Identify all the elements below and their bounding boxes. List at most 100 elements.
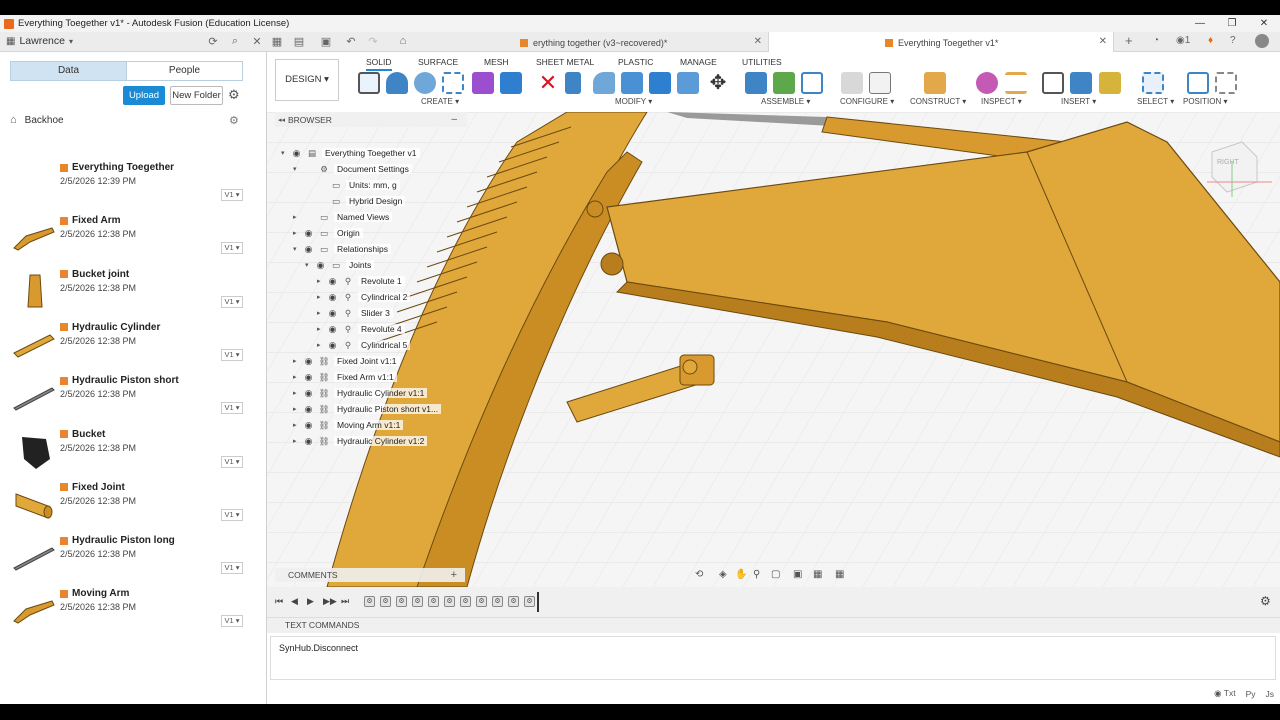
visibility-eye-icon[interactable]: ◉ xyxy=(315,260,326,271)
fillet-icon[interactable] xyxy=(593,72,615,94)
add-comment-icon[interactable]: + xyxy=(451,569,457,581)
new-tab-icon[interactable]: + xyxy=(1125,33,1133,48)
visibility-eye-icon[interactable]: ◉ xyxy=(303,388,314,399)
timeline-feature[interactable]: ⚙ xyxy=(492,596,503,607)
visibility-eye-icon[interactable]: ◉ xyxy=(303,356,314,367)
visibility-eye-icon[interactable]: ◉ xyxy=(291,148,302,159)
gear-icon[interactable]: ⚙ xyxy=(228,87,240,103)
step-back-icon[interactable]: ◀ xyxy=(291,596,298,607)
visibility-eye-icon[interactable]: ◉ xyxy=(303,404,314,415)
timeline-feature[interactable]: ⚙ xyxy=(380,596,391,607)
select-icon[interactable] xyxy=(1142,72,1164,94)
version-dropdown[interactable]: V1 ▾ xyxy=(221,562,243,575)
tab-sheet-metal[interactable]: SHEET METAL xyxy=(536,57,594,67)
box-icon[interactable] xyxy=(500,72,522,94)
press-pull-icon[interactable] xyxy=(565,72,581,94)
group-assemble[interactable]: ASSEMBLE ▾ xyxy=(761,97,810,106)
grid-icon[interactable]: ▦ xyxy=(813,569,822,580)
tab-manage[interactable]: MANAGE xyxy=(680,57,717,67)
shell-icon[interactable] xyxy=(677,72,699,94)
job-status-icon[interactable]: ◔ xyxy=(1153,35,1159,46)
browser-node[interactable]: ▾ ◉ ▭ Joints xyxy=(305,258,375,272)
browser-header[interactable]: ◂◂ BROWSER – xyxy=(275,112,467,127)
timeline-feature[interactable]: ⚙ xyxy=(524,596,535,607)
display-mode-icon[interactable]: ▣ xyxy=(793,569,802,580)
group-modify[interactable]: MODIFY ▾ xyxy=(615,97,652,106)
viewports-icon[interactable]: ▦ xyxy=(835,569,844,580)
browser-node[interactable]: ▭ Units: mm, g xyxy=(305,178,400,192)
tab-plastic[interactable]: PLASTIC xyxy=(618,57,653,67)
tab-utilities[interactable]: UTILITIES xyxy=(742,57,782,67)
file-item[interactable]: Moving Arm 2/5/2026 12:38 PM V1 ▾ xyxy=(10,586,243,635)
expand-arrow-icon[interactable]: ▸ xyxy=(293,405,303,413)
visibility-eye-icon[interactable]: ◉ xyxy=(303,244,314,255)
file-item[interactable]: Everything Toegether 2/5/2026 12:39 PM V1 … xyxy=(10,160,243,208)
tab-surface[interactable]: SURFACE xyxy=(418,57,458,67)
tab-mesh[interactable]: MESH xyxy=(484,57,509,67)
timeline-feature[interactable]: ⚙ xyxy=(412,596,423,607)
group-insert[interactable]: INSERT ▾ xyxy=(1061,97,1096,106)
timeline-feature[interactable]: ⚙ xyxy=(444,596,455,607)
step-forward-icon[interactable]: ▶▶ xyxy=(323,596,337,607)
expand-arrow-icon[interactable]: ▸ xyxy=(293,213,303,221)
revolve-icon[interactable] xyxy=(414,72,436,94)
browser-node[interactable]: ▸ ◉ ⛓ Hydraulic Cylinder v1:2 xyxy=(293,434,428,448)
go-to-start-icon[interactable]: ⏮ xyxy=(275,596,283,607)
form-icon[interactable] xyxy=(472,72,494,94)
timeline-feature[interactable]: ⚙ xyxy=(460,596,471,607)
version-dropdown[interactable]: V1 ▾ xyxy=(221,189,243,201)
expand-arrow-icon[interactable]: ▸ xyxy=(293,229,303,237)
browser-node[interactable]: ▸ ◉ ⚲ Cylindrical 5 xyxy=(317,338,411,352)
joint-icon[interactable] xyxy=(773,72,795,94)
capture-position-icon[interactable] xyxy=(1187,72,1209,94)
expand-arrow-icon[interactable]: ▸ xyxy=(317,277,327,285)
browser-node[interactable]: ▸ ◉ ⛓ Hydraulic Piston short v1... xyxy=(293,402,442,416)
search-icon[interactable]: ⌕ xyxy=(228,35,242,48)
alert-icon[interactable]: ♦ xyxy=(1208,35,1213,46)
delete-icon[interactable]: ✕ xyxy=(537,72,559,94)
display-settings-icon[interactable] xyxy=(976,72,998,94)
file-item[interactable]: Bucket joint 2/5/2026 12:38 PM V1 ▾ xyxy=(10,266,243,315)
file-item[interactable]: Hydraulic Cylinder 2/5/2026 12:38 PM V1 ▾ xyxy=(10,319,243,368)
minimize-panel-icon[interactable]: – xyxy=(451,114,457,125)
group-select[interactable]: SELECT ▾ xyxy=(1137,97,1174,106)
timeline-feature[interactable]: ⚙ xyxy=(364,596,375,607)
tab-active-document[interactable]: Everything Toegether v1* ✕ xyxy=(768,32,1114,53)
mode-js[interactable]: Js xyxy=(1266,689,1275,699)
undo-icon[interactable]: ↶ xyxy=(344,35,358,48)
version-dropdown[interactable]: V1 ▾ xyxy=(221,348,243,361)
browser-node[interactable]: ▸ ◉ ⛓ Moving Arm v1:1 xyxy=(293,418,404,432)
minimize-button[interactable]: — xyxy=(1184,15,1216,32)
maximize-button[interactable]: ❐ xyxy=(1216,15,1248,32)
upload-button[interactable]: Upload xyxy=(123,86,165,105)
browser-node[interactable]: ▸ ◉ ⛓ Fixed Joint v1:1 xyxy=(293,354,400,368)
expand-arrow-icon[interactable]: ▾ xyxy=(293,245,303,253)
close-panel-icon[interactable]: ✕ xyxy=(250,35,264,48)
visibility-eye-icon[interactable]: ◉ xyxy=(303,372,314,383)
visibility-eye-icon[interactable]: ◉ xyxy=(327,324,338,335)
collapse-arrow-icon[interactable]: ◂◂ xyxy=(275,116,288,124)
version-dropdown[interactable]: V1 ▾ xyxy=(221,455,243,468)
file-item[interactable]: Fixed Joint 2/5/2026 12:38 PM V1 ▾ xyxy=(10,479,243,528)
expand-arrow-icon[interactable]: ▸ xyxy=(293,389,303,397)
offset-plane-icon[interactable] xyxy=(924,72,946,94)
close-tab-icon[interactable]: ✕ xyxy=(1099,36,1107,47)
tab-solid[interactable]: SOLID xyxy=(366,57,392,71)
visibility-eye-icon[interactable]: ◉ xyxy=(303,436,314,447)
breadcrumb-project[interactable]: Backhoe xyxy=(25,115,64,126)
visibility-eye-icon[interactable]: ◉ xyxy=(327,292,338,303)
visibility-eye-icon[interactable]: ◉ xyxy=(327,340,338,351)
browser-node[interactable]: ▾ ◉ ▭ Relationships xyxy=(293,242,392,256)
home-icon[interactable]: ⌂ xyxy=(396,35,410,47)
file-menu-icon[interactable]: ▤ xyxy=(292,35,306,48)
go-to-end-icon[interactable]: ⏭ xyxy=(341,596,349,607)
visibility-eye-icon[interactable]: ◉ xyxy=(327,276,338,287)
insert-derive-icon[interactable] xyxy=(1042,72,1064,94)
file-item[interactable]: Bucket 2/5/2026 12:38 PM V1 ▾ xyxy=(10,426,243,475)
tab-data[interactable]: Data xyxy=(10,61,127,81)
group-position[interactable]: POSITION ▾ xyxy=(1183,97,1227,106)
expand-arrow-icon[interactable]: ▸ xyxy=(317,325,327,333)
refresh-icon[interactable]: ⟳ xyxy=(206,35,220,48)
version-dropdown[interactable]: V1 ▾ xyxy=(221,615,243,628)
tab-people[interactable]: People xyxy=(126,61,243,81)
